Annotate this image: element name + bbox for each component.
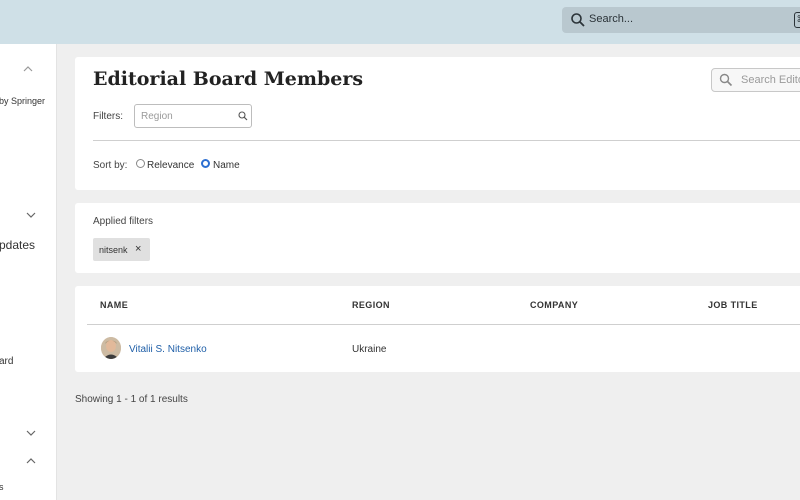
filters-label: Filters:	[93, 111, 123, 122]
editor-search-input[interactable]: Search Editors	[711, 68, 800, 92]
members-table: NAME REGION COMPANY JOB TITLE Vitalii S.…	[75, 286, 800, 372]
global-search-input[interactable]: Search... ⌘	[562, 7, 800, 33]
region-placeholder: Region	[141, 111, 173, 122]
avatar	[101, 337, 121, 359]
column-header-company[interactable]: COMPANY	[530, 300, 578, 310]
member-name-link[interactable]: Vitalii S. Nitsenko	[129, 344, 207, 355]
sidebar: by Springer pdates ard s	[0, 44, 57, 500]
shortcut-key-icon: ⌘	[794, 12, 800, 28]
sidebar-item-board[interactable]: ard	[0, 356, 13, 367]
chevron-up-icon[interactable]	[25, 455, 37, 467]
top-bar: Search... ⌘	[0, 0, 800, 44]
chevron-up-icon[interactable]	[22, 63, 34, 75]
page-title: Editorial Board Members	[93, 68, 364, 90]
chevron-down-icon[interactable]	[25, 209, 37, 221]
close-icon[interactable]: ×	[135, 243, 141, 255]
divider	[93, 140, 800, 141]
sidebar-item-publisher[interactable]: by Springer	[0, 96, 45, 106]
search-icon	[238, 111, 248, 121]
chevron-down-icon[interactable]	[25, 427, 37, 439]
sort-label: Sort by:	[93, 160, 128, 171]
sidebar-item-updates[interactable]: pdates	[0, 238, 35, 252]
sort-relevance-radio[interactable]	[136, 159, 145, 168]
sort-name-label[interactable]: Name	[213, 160, 240, 171]
global-search-placeholder: Search...	[589, 13, 634, 25]
sort-relevance-label[interactable]: Relevance	[147, 160, 194, 171]
column-header-job-title[interactable]: JOB TITLE	[708, 300, 758, 310]
member-region: Ukraine	[352, 344, 387, 355]
applied-filters-card: Applied filters nitsenk ×	[75, 203, 800, 273]
board-header-card: Editorial Board Members Search Editors F…	[75, 57, 800, 190]
column-header-name[interactable]: NAME	[100, 300, 128, 310]
sidebar-item-more[interactable]: s	[0, 482, 4, 492]
results-count: Showing 1 - 1 of 1 results	[75, 394, 188, 405]
search-icon	[571, 13, 585, 27]
table-header-divider	[87, 324, 800, 325]
search-icon	[719, 73, 733, 87]
editor-search-placeholder: Search Editors	[741, 74, 800, 86]
sort-name-radio[interactable]	[201, 159, 210, 168]
filter-chip: nitsenk ×	[93, 238, 150, 261]
column-header-region[interactable]: REGION	[352, 300, 390, 310]
applied-filters-label: Applied filters	[93, 216, 154, 227]
filter-chip-text: nitsenk	[99, 245, 128, 255]
region-filter-input[interactable]: Region	[134, 104, 252, 128]
